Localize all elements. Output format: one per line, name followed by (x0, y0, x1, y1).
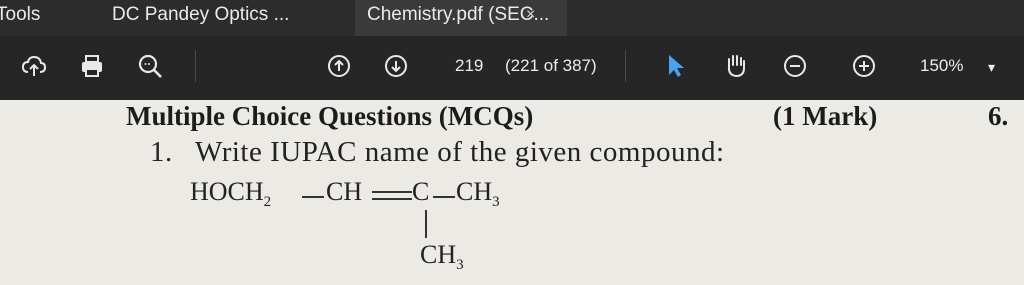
magnifier-icon (138, 54, 162, 78)
close-icon: × (526, 6, 536, 23)
formula-ch3: CH3 (456, 177, 500, 211)
formula-c: C (412, 177, 430, 206)
tab-tools-label: Tools (0, 4, 41, 25)
question-number: 1. (150, 136, 173, 168)
formula-hoch2: HOCH2 (190, 177, 271, 211)
toolbar-divider (625, 50, 626, 82)
side-question-number: 6. (988, 101, 1009, 131)
minus-circle-icon (784, 55, 806, 77)
question-text: Write IUPAC name of the given compound: (195, 136, 725, 168)
double-bond-top (372, 191, 412, 193)
formula-subscript: 2 (263, 194, 272, 211)
tab-label: Chemistry.pdf (SEC... (367, 4, 550, 25)
double-bond-bottom (372, 198, 412, 200)
share-button[interactable] (20, 52, 48, 80)
formula-subscript: 3 (492, 194, 500, 211)
previous-page-button[interactable] (325, 52, 353, 80)
tab-label: DC Pandey Optics ... (112, 4, 290, 25)
page-count-label: (221 of 387) (505, 56, 597, 75)
marks-label: (1 Mark) (773, 101, 878, 131)
chevron-down-icon[interactable]: ▾ (988, 59, 995, 76)
section-heading: Multiple Choice Questions (MCQs) (126, 101, 534, 131)
formula-ch3-branch: CH3 (420, 240, 464, 274)
formula-text: CH (456, 177, 493, 206)
zoom-out-button[interactable] (781, 52, 809, 80)
plus-circle-icon (853, 55, 875, 77)
page-number-input[interactable]: 219 (455, 56, 483, 76)
single-bond (433, 196, 455, 198)
cursor-arrow-icon (669, 55, 684, 77)
tab-dc-pandey-optics[interactable]: DC Pandey Optics ... (112, 0, 289, 36)
hand-tool-button[interactable] (722, 52, 750, 80)
printer-icon (82, 55, 102, 77)
single-bond (302, 196, 324, 198)
cloud-upload-icon (21, 55, 47, 76)
print-button[interactable] (78, 52, 106, 80)
select-tool-button[interactable] (663, 52, 691, 80)
next-page-button[interactable] (382, 52, 410, 80)
toolbar-divider (195, 50, 196, 82)
formula-ch: CH (326, 177, 363, 206)
zoom-search-button[interactable] (136, 52, 164, 80)
formula-text: CH (420, 240, 457, 269)
zoom-in-button[interactable] (850, 52, 878, 80)
vertical-bond (425, 210, 427, 238)
hand-icon (727, 55, 745, 78)
tab-close-button[interactable]: × (526, 6, 535, 24)
arrow-up-circle-icon (328, 55, 350, 77)
zoom-level-select[interactable]: 150% (920, 56, 963, 76)
formula-text: HOCH (190, 177, 264, 206)
tab-tools[interactable]: Tools (0, 0, 56, 36)
arrow-down-circle-icon (385, 55, 407, 77)
formula-subscript: 3 (456, 257, 464, 274)
